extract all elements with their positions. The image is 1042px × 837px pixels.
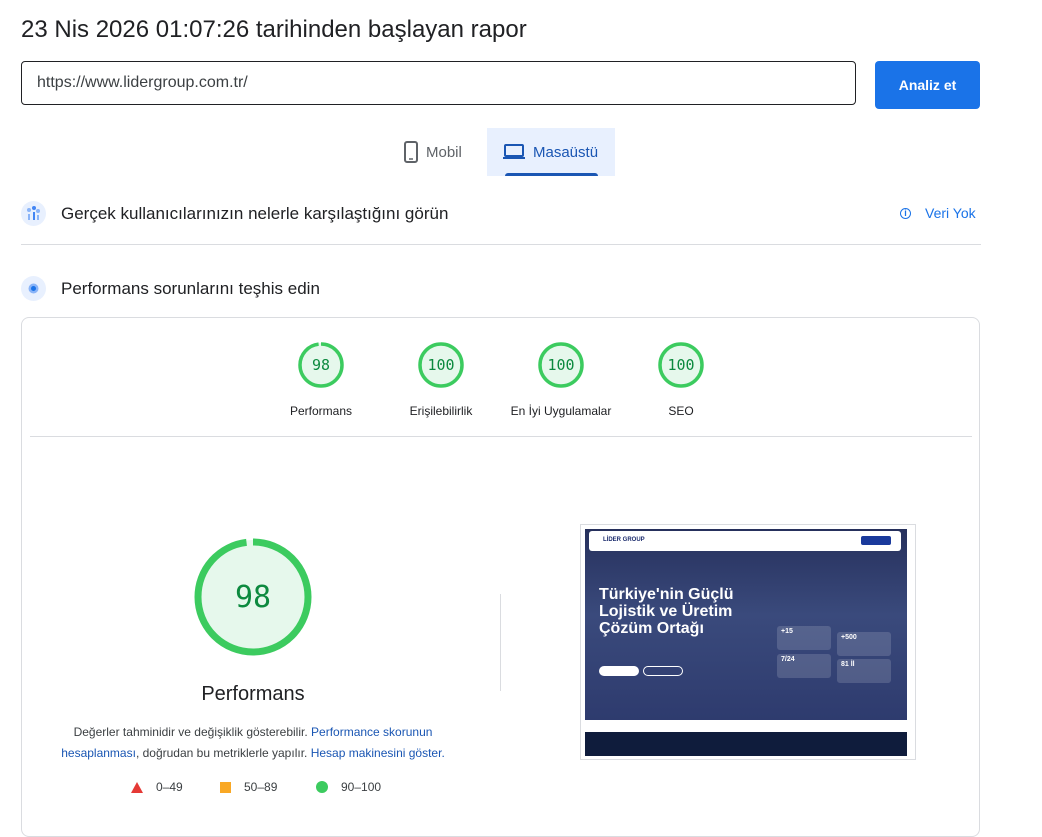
legend-range: 50–89 bbox=[244, 780, 278, 794]
score-gauge: 98 bbox=[297, 341, 345, 389]
screenshot-nav: LİDER GROUP bbox=[589, 531, 901, 551]
score-divider bbox=[30, 436, 972, 437]
circle-icon bbox=[316, 781, 328, 793]
note-text: , doğrudan bu metriklerle yapılır. bbox=[135, 746, 311, 760]
screenshot-button bbox=[599, 666, 639, 676]
score-label: Erişilebilirlik bbox=[409, 404, 473, 418]
screenshot-nav-button bbox=[861, 536, 891, 545]
performance-score: 98 bbox=[234, 579, 272, 615]
stat-value: 7/24 bbox=[781, 656, 795, 663]
screenshot-headline: Türkiye'nin Güçlü Lojistik ve Üretim Çöz… bbox=[599, 586, 734, 637]
score-accessibility[interactable]: 100 Erişilebilirlik bbox=[381, 341, 501, 418]
legend-fail: 0–49 bbox=[131, 780, 183, 794]
screenshot-stat: +15 bbox=[777, 626, 831, 650]
square-icon bbox=[220, 781, 231, 793]
lighthouse-icon bbox=[21, 276, 46, 301]
score-gauge: 100 bbox=[537, 341, 585, 389]
tab-mobile-label: Mobil bbox=[426, 143, 462, 161]
analyze-button[interactable]: Analiz et bbox=[875, 61, 980, 109]
legend-average: 50–89 bbox=[220, 780, 277, 794]
tab-mobile[interactable]: Mobil bbox=[392, 128, 486, 176]
triangle-icon bbox=[131, 781, 143, 793]
stat-value: 81 İl bbox=[841, 661, 855, 668]
section-divider bbox=[21, 244, 981, 245]
screenshot-stat: 81 İl bbox=[837, 659, 891, 683]
url-input[interactable] bbox=[21, 61, 856, 105]
headline-line: Türkiye'nin Güçlü bbox=[599, 586, 734, 603]
performance-note: Değerler tahminidir ve değişiklik göster… bbox=[53, 722, 453, 764]
no-data-status[interactable]: i Veri Yok bbox=[900, 205, 976, 221]
screenshot-footer-strip bbox=[585, 732, 907, 756]
laptop-icon bbox=[503, 144, 525, 159]
score-gauge: 100 bbox=[657, 341, 705, 389]
legend-range: 0–49 bbox=[156, 780, 183, 794]
vertical-divider bbox=[500, 594, 501, 691]
people-icon bbox=[21, 201, 46, 226]
tab-desktop[interactable]: Masaüstü bbox=[487, 128, 615, 176]
score-best-practices[interactable]: 100 En İyi Uygulamalar bbox=[501, 341, 621, 418]
screenshot-logo: LİDER GROUP bbox=[603, 537, 645, 543]
legend-pass: 90–100 bbox=[316, 780, 381, 794]
active-tab-indicator bbox=[505, 173, 598, 176]
score-gauge: 100 bbox=[417, 341, 465, 389]
screenshot-stat: +500 bbox=[837, 632, 891, 656]
performance-label: Performans bbox=[201, 683, 305, 705]
score-label: SEO bbox=[668, 404, 694, 418]
note-text: Değerler tahminidir ve değişiklik göster… bbox=[73, 725, 312, 739]
score-seo[interactable]: 100 SEO bbox=[621, 341, 741, 418]
screenshot-button bbox=[643, 666, 683, 676]
calculator-link[interactable]: Hesap makinesini göster. bbox=[311, 746, 445, 760]
tab-desktop-label: Masaüstü bbox=[533, 143, 599, 161]
score-value: 100 bbox=[427, 356, 455, 374]
headline-line: Çözüm Ortağı bbox=[599, 620, 704, 637]
screenshot-stat: 7/24 bbox=[777, 654, 831, 678]
diagnostics-section: Performans sorunlarını teşhis edin bbox=[21, 276, 320, 301]
score-label: Performans bbox=[289, 404, 353, 418]
legend-range: 90–100 bbox=[341, 780, 382, 794]
score-value: 100 bbox=[547, 356, 575, 374]
page-screenshot[interactable]: LİDER GROUP Türkiye'nin Güçlü Lojistik v… bbox=[585, 529, 907, 720]
score-label: En İyi Uygulamalar bbox=[510, 404, 612, 418]
score-value: 100 bbox=[667, 356, 695, 374]
stat-value: +15 bbox=[781, 628, 793, 635]
score-value: 98 bbox=[311, 356, 331, 374]
phone-icon bbox=[404, 141, 418, 163]
report-title: 23 Nis 2026 01:07:26 tarihinden başlayan… bbox=[21, 16, 527, 43]
field-data-section: Gerçek kullanıcılarınızın nelerle karşıl… bbox=[21, 201, 448, 226]
info-icon: i bbox=[900, 207, 911, 219]
headline-line: Lojistik ve Üretim bbox=[599, 603, 733, 620]
diagnostics-heading: Performans sorunlarını teşhis edin bbox=[61, 278, 320, 298]
no-data-label: Veri Yok bbox=[925, 205, 976, 221]
field-data-heading: Gerçek kullanıcılarınızın nelerle karşıl… bbox=[61, 203, 449, 223]
score-performance[interactable]: 98 Performans bbox=[261, 341, 381, 418]
stat-value: +500 bbox=[841, 634, 857, 641]
